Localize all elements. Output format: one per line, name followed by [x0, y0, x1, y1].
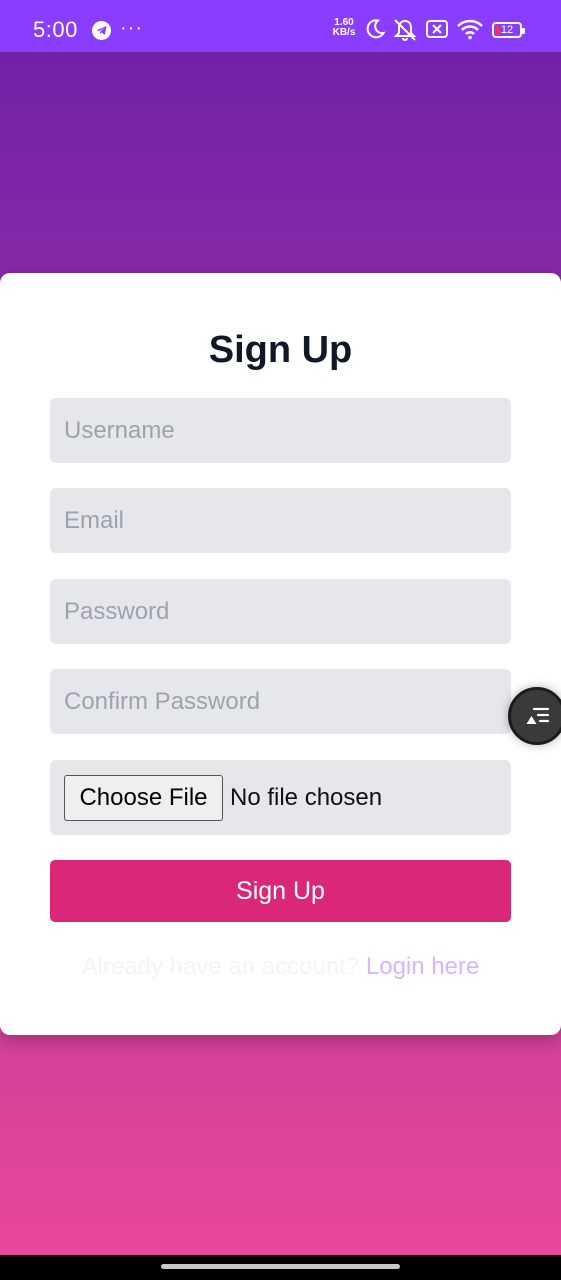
confirm-password-input[interactable] — [50, 669, 511, 734]
navigation-bar — [0, 1255, 561, 1280]
menu-lines-icon — [526, 707, 550, 724]
login-prompt-line: Already have an account? Login here — [0, 951, 561, 983]
login-link[interactable]: Login here — [366, 953, 479, 980]
home-indicator[interactable] — [161, 1264, 400, 1269]
signup-card: Sign Up Choose File No file chosen Sign … — [0, 273, 561, 1035]
status-bar: 5:00 ··· 1.60 KB/s 12 — [0, 0, 561, 52]
signup-button[interactable]: Sign Up — [50, 860, 511, 922]
network-speed-unit: KB/s — [332, 27, 356, 38]
file-upload-field: Choose File No file chosen — [50, 760, 511, 835]
login-prompt-text: Already have an account? — [81, 953, 360, 980]
username-input[interactable] — [50, 398, 511, 463]
status-time: 5:00 — [33, 17, 78, 42]
xbox-icon — [426, 20, 448, 38]
choose-file-button[interactable]: Choose File — [64, 775, 223, 821]
telegram-icon — [92, 21, 111, 40]
floating-menu-button[interactable] — [508, 687, 561, 745]
wifi-icon — [457, 19, 483, 40]
network-speed: 1.60 KB/s — [331, 18, 357, 38]
mute-icon — [393, 19, 417, 41]
more-notifications-icon: ··· — [120, 17, 143, 39]
battery-level: 12 — [500, 24, 514, 36]
password-input[interactable] — [50, 579, 511, 644]
file-status: No file chosen — [230, 784, 383, 811]
page-title: Sign Up — [208, 329, 353, 371]
battery-icon: 12 — [492, 22, 525, 38]
moon-icon — [366, 19, 386, 39]
email-input[interactable] — [50, 488, 511, 553]
